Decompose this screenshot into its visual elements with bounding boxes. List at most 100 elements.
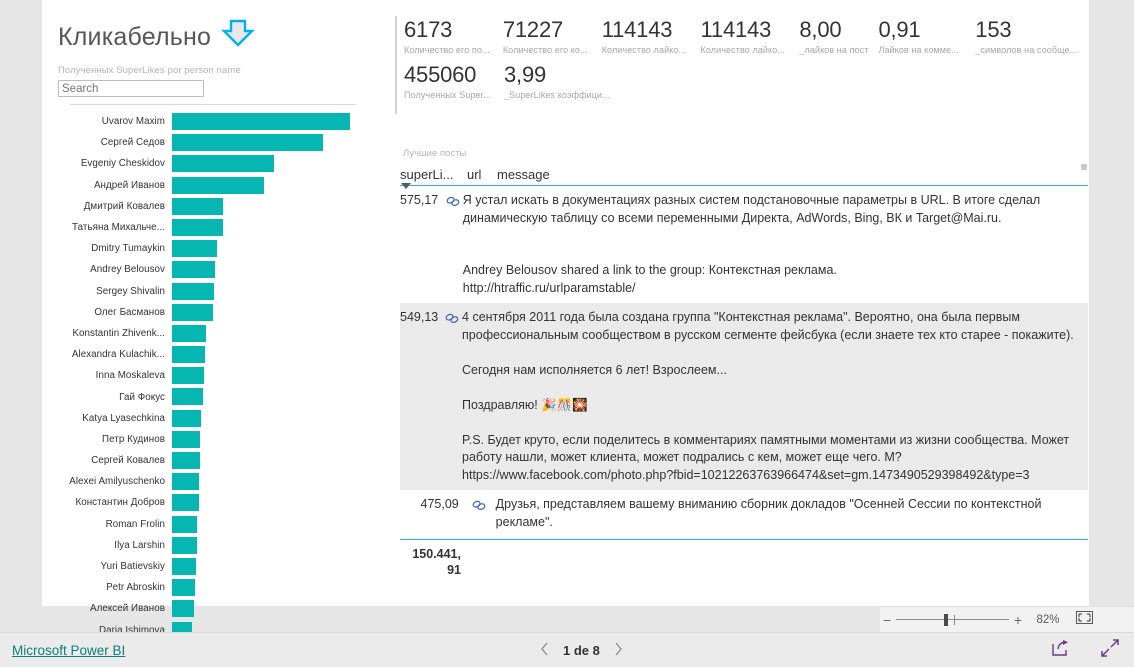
- bar-fill[interactable]: [172, 261, 215, 279]
- fit-to-page-icon[interactable]: [1071, 610, 1097, 629]
- bar-fill[interactable]: [172, 324, 206, 342]
- kpi-row-2: 455060 Полученных Super... 3,99 _SuperLi…: [404, 61, 1084, 100]
- bar-chart-row[interactable]: Uvarov Maxim: [56, 111, 356, 132]
- bar-chart-row[interactable]: Roman Frolin: [56, 514, 356, 535]
- kpi-card[interactable]: 0,91 Лайков на комме...: [878, 16, 975, 55]
- kpi-card[interactable]: 114143 Количество лайко...: [701, 16, 800, 55]
- bar-chart-row[interactable]: Олег Басманов: [56, 302, 356, 323]
- kpi-card[interactable]: 71227 Количество его ко...: [503, 16, 602, 55]
- bar-fill[interactable]: [172, 155, 274, 173]
- zoom-slider-tick: [954, 614, 955, 625]
- column-header-superlikes[interactable]: superLi...: [400, 167, 467, 189]
- bar-fill[interactable]: [172, 197, 223, 215]
- table-caption: Лучшие посты: [403, 148, 467, 159]
- sort-descending-icon[interactable]: [401, 183, 411, 189]
- bar-fill[interactable]: [172, 113, 350, 130]
- bar-category-label: Константин Добров: [75, 497, 165, 509]
- bar-chart-row[interactable]: Alexandra Kulachik...: [56, 344, 356, 365]
- bar-track: [172, 196, 356, 217]
- bar-category-label: Андрей Иванов: [93, 179, 165, 191]
- bar-fill[interactable]: [172, 579, 196, 597]
- bar-chart-row[interactable]: Andrey Belousov: [56, 259, 356, 280]
- bar-fill[interactable]: [172, 388, 203, 406]
- column-header-url[interactable]: url: [467, 167, 497, 182]
- kpi-card[interactable]: 153 _символов на сообще...: [975, 16, 1084, 55]
- bar-track: [172, 132, 356, 153]
- bar-chart-row[interactable]: Konstantin Zhivenk...: [56, 323, 356, 344]
- bar-fill[interactable]: [172, 430, 201, 448]
- bar-track: [172, 259, 356, 280]
- bar-chart-row[interactable]: Гай Фокус: [56, 386, 356, 407]
- bar-category-label: Evgeniy Cheskidov: [80, 158, 165, 170]
- bar-chart-row[interactable]: Katya Lyasechkina: [56, 408, 356, 429]
- kpi-card[interactable]: 114143 Количество лайко...: [602, 16, 701, 55]
- bar-track: [172, 577, 356, 598]
- kpi-label: _лайков на пост: [799, 45, 869, 55]
- kpi-card[interactable]: 8,00 _лайков на пост: [799, 16, 878, 55]
- table-total-value: 150.441, 91: [412, 547, 461, 577]
- table-row[interactable]: 549,13 4 сентября 2011 года была создана …: [400, 303, 1088, 490]
- bar-chart-row[interactable]: Inna Moskaleva: [56, 365, 356, 386]
- bar-category-label: Олег Басманов: [94, 306, 165, 318]
- bar-chart-row[interactable]: Sergey Shivalin: [56, 281, 356, 302]
- bar-chart-row[interactable]: Татьяна Михальче...: [56, 217, 356, 238]
- chevron-right-icon[interactable]: [614, 642, 623, 659]
- share-icon[interactable]: [1051, 639, 1070, 662]
- bar-chart-row[interactable]: Петр Кудинов: [56, 429, 356, 450]
- bar-fill[interactable]: [172, 557, 197, 575]
- bar-chart-row[interactable]: Alexei Amilyuschenko: [56, 471, 356, 492]
- fullscreen-icon[interactable]: [1100, 638, 1120, 663]
- bar-fill[interactable]: [172, 240, 217, 258]
- bar-fill[interactable]: [172, 473, 200, 491]
- zoom-out-button[interactable]: −: [880, 613, 894, 627]
- bar-chart-row[interactable]: Константин Добров: [56, 492, 356, 513]
- bar-chart-row[interactable]: Petr Abroskin: [56, 577, 356, 598]
- bar-fill[interactable]: [172, 282, 214, 300]
- zoom-slider[interactable]: [896, 613, 1009, 627]
- table-row[interactable]: 575,17 Я устал искать в документациях раз…: [400, 186, 1088, 303]
- link-icon[interactable]: [444, 303, 460, 490]
- bar-fill[interactable]: [172, 515, 198, 533]
- bar-chart-row[interactable]: Алексей Иванов: [56, 598, 356, 619]
- zoom-slider-thumb[interactable]: [944, 613, 948, 626]
- kpi-card[interactable]: 3,99 _SuperLikes коэффици...: [504, 61, 644, 100]
- cell-message: 4 сентября 2011 года была создана группа…: [462, 310, 1074, 482]
- bar-chart-row[interactable]: Dmitry Tumaykin: [56, 238, 356, 259]
- link-icon[interactable]: [444, 186, 461, 303]
- column-header-message[interactable]: message: [497, 167, 1088, 182]
- bar-fill[interactable]: [172, 409, 202, 427]
- kpi-label: _символов на сообще...: [975, 45, 1078, 55]
- top-posts-table-visual: Лучшие посты superLi... url message 575,…: [400, 148, 1088, 588]
- zoom-in-button[interactable]: +: [1011, 613, 1025, 627]
- bar-fill[interactable]: [172, 134, 323, 152]
- bar-fill[interactable]: [172, 452, 201, 469]
- chevron-left-icon[interactable]: [540, 642, 549, 659]
- search-input[interactable]: [58, 80, 204, 97]
- bar-chart-row[interactable]: Сергей Ковалев: [56, 450, 356, 471]
- kpi-card[interactable]: 6173 Количество его по...: [404, 16, 503, 55]
- bar-track: [172, 471, 356, 492]
- bar-fill[interactable]: [172, 346, 205, 364]
- bar-fill[interactable]: [172, 303, 213, 321]
- bar-category-label: Алексей Иванов: [90, 603, 165, 615]
- link-icon[interactable]: [465, 490, 494, 537]
- table-row[interactable]: 475,09 Друзья, представляем вашему вниман…: [400, 490, 1088, 537]
- bar-chart-row[interactable]: Ilya Larshin: [56, 535, 356, 556]
- bar-fill[interactable]: [172, 218, 223, 236]
- bar-fill[interactable]: [172, 494, 200, 512]
- bar-chart-row[interactable]: Evgeniy Cheskidov: [56, 153, 356, 174]
- bar-chart-row[interactable]: Yuri Batievskiy: [56, 556, 356, 577]
- bar-track: [172, 535, 356, 556]
- bar-chart-row[interactable]: Сергей Седов: [56, 132, 356, 153]
- bar-chart-row[interactable]: Дмитрий Ковалев: [56, 196, 356, 217]
- kpi-row-1: 6173 Количество его по... 71227 Количест…: [404, 16, 1084, 55]
- bar-fill[interactable]: [172, 536, 198, 554]
- bar-chart-row[interactable]: Андрей Иванов: [56, 175, 356, 196]
- kpi-value: 153: [975, 17, 1012, 42]
- bar-fill[interactable]: [172, 367, 204, 385]
- kpi-card[interactable]: 455060 Полученных Super...: [404, 61, 504, 100]
- bar-fill[interactable]: [172, 176, 264, 194]
- powerbi-brand-link[interactable]: Microsoft Power BI: [12, 643, 125, 658]
- kpi-label: _SuperLikes коэффици...: [504, 90, 610, 100]
- bar-fill[interactable]: [172, 600, 195, 618]
